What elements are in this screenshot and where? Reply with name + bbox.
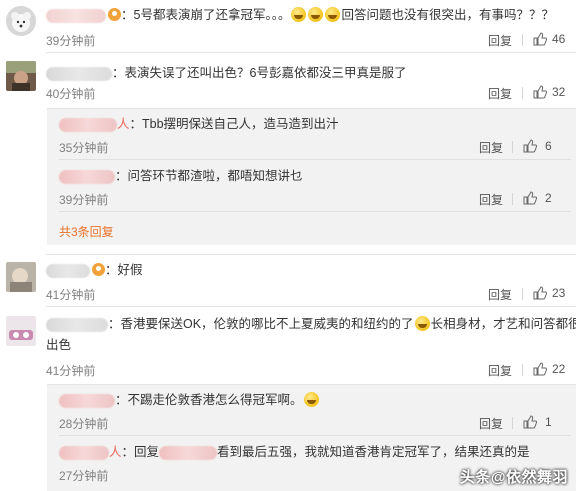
avatar[interactable] [6,316,36,346]
member-badge-icon [92,263,105,276]
reply-list: 人：Tbb摆明保送自己人，造马造到出汁 35分钟前 回复 6 ：问答环节都渣啦，… [47,108,576,245]
avatar-dog-icon [6,6,36,36]
smile-emoji-icon [414,316,430,331]
like-count: 1 [545,415,552,429]
comment-divider [46,306,576,307]
reply-username[interactable] [59,445,109,460]
divider [512,141,513,153]
reply-username[interactable] [59,117,117,132]
grin-emoji-icon [325,7,341,22]
like-count: 32 [552,85,566,99]
comment-divider [46,52,576,53]
reply-body: 人：回复 看到最后五强，我就知道香港肯定冠军了，结果还真的是 [59,443,530,461]
reply-body: 人：Tbb摆明保送自己人，造马造到出汁 [59,115,339,133]
comment-text: ：5号都表演崩了还拿冠军。。。 [121,8,291,22]
username[interactable] [46,8,106,23]
like-thumb-icon[interactable] [523,139,537,153]
reply-body: ：不踢走伦敦香港怎么得冠军啊。 [59,391,320,409]
username-suffix[interactable]: 人 [109,445,122,459]
reply-username[interactable] [59,393,115,408]
grin-emoji-icon [308,7,324,22]
like-thumb-icon[interactable] [523,415,537,429]
timestamp: 39分钟前 [59,193,109,207]
timestamp: 41分钟前 [46,364,96,378]
reply-text: ：问答环节都渣啦，都唔知想讲乜 [115,169,303,183]
comment-text: ：表演失误了还叫出色？6号彭嘉依都没三甲真是服了 [112,66,407,80]
comment-body: ：好假 [46,261,143,279]
avatar[interactable] [6,61,36,91]
comment-body: ：5号都表演崩了还拿冠军。。。 回答问题也没有很突出，有事吗？？？ [46,6,554,24]
reply-button[interactable]: 回复 [479,139,503,156]
avatar[interactable] [6,262,36,292]
username[interactable] [46,317,108,332]
timestamp: 28分钟前 [59,417,109,431]
avatar-photo-icon [6,316,36,346]
username[interactable] [46,263,90,278]
comment-body: ：表演失误了还叫出色？6号彭嘉依都没三甲真是服了 [46,64,406,82]
like-count: 22 [552,362,566,376]
timestamp: 40分钟前 [46,87,96,101]
comment-text-continued: 出色 [46,338,72,352]
reply-divider [59,435,571,436]
reply-username[interactable] [59,169,115,184]
timestamp: 27分钟前 [59,469,109,483]
timestamp: 41分钟前 [46,288,96,302]
reply-text: ：Tbb摆明保送自己人，造马造到出汁 [129,117,339,131]
comment-3: ：好假 41分钟前 回复 23 [0,256,576,304]
like-thumb-icon[interactable] [533,286,547,300]
avatar-photo-icon [6,61,36,91]
comment-body-wrap: 出色 [46,336,71,354]
comment-text: ：好假 [105,263,143,277]
grin-emoji-icon [303,392,319,407]
reply-button[interactable]: 回复 [488,32,512,49]
mentioned-username[interactable] [159,445,218,460]
like-thumb-icon[interactable] [533,32,547,46]
comment-body: ：香港要保送OK，伦敦的哪比不上夏威夷的和纽约的了 长相身材，才艺和问答都很 [46,315,576,333]
reply-button[interactable]: 回复 [488,362,512,379]
reply-button[interactable]: 回复 [488,85,512,102]
like-thumb-icon[interactable] [533,85,547,99]
username-suffix[interactable]: 人 [117,117,130,131]
username[interactable] [46,66,112,81]
comment-text-continued: 回答问题也没有很突出，有事吗？？？ [341,8,554,22]
comment-text-continued: 长相身材，才艺和问答都很 [430,317,576,331]
reply-divider [59,211,571,212]
member-badge-icon [108,8,121,21]
timestamp: 39分钟前 [46,34,96,48]
divider [522,288,523,300]
avatar[interactable] [6,6,36,36]
show-more-replies-link[interactable]: 共3条回复 [59,223,114,240]
reply-body: ：问答环节都渣啦，都唔知想讲乜 [59,167,303,185]
reply-text: ：回复 [121,445,160,459]
like-thumb-icon[interactable] [523,191,537,205]
divider [522,34,523,46]
reply-divider [59,159,571,160]
comment-text: ：香港要保送OK，伦敦的哪比不上夏威夷的和纽约的了 [108,317,414,331]
grin-emoji-icon [291,7,307,22]
like-count: 6 [545,139,552,153]
like-count: 46 [552,32,566,46]
divider [522,364,523,376]
reply-text: ：不踢走伦敦香港怎么得冠军啊。 [115,393,303,407]
divider [522,87,523,99]
like-count: 2 [545,191,552,205]
timestamp: 35分钟前 [59,141,109,155]
like-thumb-icon[interactable] [533,362,547,376]
reply-button[interactable]: 回复 [479,415,503,432]
watermark: 头条@依然舞羽 [459,469,568,486]
divider [512,417,513,429]
reply-button[interactable]: 回复 [479,191,503,208]
reply-text-continued: 看到最后五强，我就知道香港肯定冠军了，结果还真的是 [217,445,530,459]
comment-1: ：5号都表演崩了还拿冠军。。。 回答问题也没有很突出，有事吗？？？ 39分钟前 回… [0,0,576,50]
divider [512,193,513,205]
avatar-photo-icon [6,262,36,292]
reply-button[interactable]: 回复 [488,286,512,303]
like-count: 23 [552,286,566,300]
comment-divider [46,254,576,255]
